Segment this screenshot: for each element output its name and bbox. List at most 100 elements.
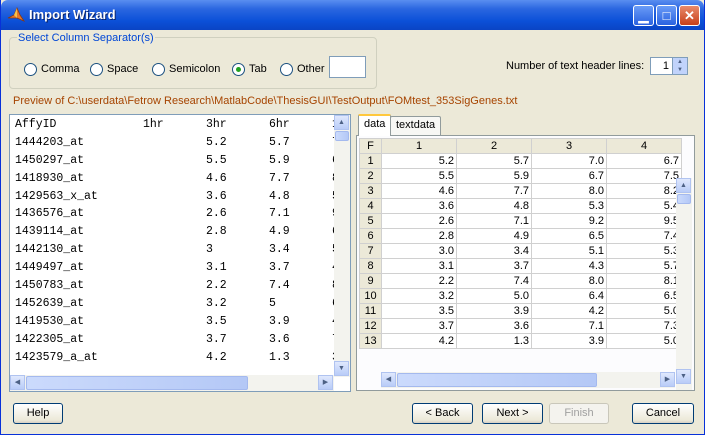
radio-tab[interactable]: Tab xyxy=(232,61,267,77)
grid-cell[interactable]: 3.2 xyxy=(381,288,457,304)
grid-row-header[interactable]: 1 xyxy=(359,153,382,169)
grid-col-header[interactable]: 3 xyxy=(531,138,607,154)
grid-cell[interactable]: 6.5 xyxy=(531,228,607,244)
scroll-up-button[interactable]: ▲ xyxy=(334,115,349,130)
grid-row-header[interactable]: 3 xyxy=(359,183,382,199)
table-row[interactable]: 5 2.6 7.1 9.2 9.5 xyxy=(359,213,682,229)
grid-cell[interactable]: 5.7 xyxy=(606,258,682,274)
minimize-button[interactable]: ▁ xyxy=(633,5,654,26)
grid-cell[interactable]: 7.1 xyxy=(456,213,532,229)
table-row[interactable]: 13 4.2 1.3 3.9 5.0 xyxy=(359,333,682,349)
tab-textdata[interactable]: textdata xyxy=(390,116,442,135)
tab-data[interactable]: data xyxy=(358,114,392,136)
grid-row-header[interactable]: 11 xyxy=(359,303,382,319)
spin-down-button[interactable]: ▼ xyxy=(672,66,687,74)
grid-cell[interactable]: 7.4 xyxy=(456,273,532,289)
table-row[interactable]: 10 3.2 5.0 6.4 6.5 xyxy=(359,288,682,304)
grid-cell[interactable]: 8.0 xyxy=(531,183,607,199)
grid-cell[interactable]: 6.7 xyxy=(606,153,682,169)
grid-cell[interactable]: 4.3 xyxy=(531,258,607,274)
header-lines-value[interactable]: 1 xyxy=(663,60,669,72)
grid-cell[interactable]: 5.0 xyxy=(606,303,682,319)
table-row[interactable]: 11 3.5 3.9 4.2 5.0 xyxy=(359,303,682,319)
grid-cell[interactable]: 3.6 xyxy=(381,198,457,214)
grid-cell[interactable]: 2.6 xyxy=(381,213,457,229)
grid-cell[interactable]: 6.4 xyxy=(531,288,607,304)
grid-row-header[interactable]: 4 xyxy=(359,198,382,214)
grid-cell[interactable]: 4.8 xyxy=(456,198,532,214)
grid-cell[interactable]: 9.2 xyxy=(531,213,607,229)
grid-cell[interactable]: 4.6 xyxy=(381,183,457,199)
data-grid[interactable]: F 1 2 3 4 1 5.2 5.7 7.0 6.7 2 5.5 5.9 6.7 7.5 3 4.6… xyxy=(359,138,682,349)
close-button[interactable]: ✕ xyxy=(679,5,700,26)
grid-cell[interactable]: 5.3 xyxy=(531,198,607,214)
scroll-thumb[interactable] xyxy=(26,376,248,390)
scroll-down-button[interactable]: ▼ xyxy=(676,369,691,384)
grid-cell[interactable]: 5.5 xyxy=(381,168,457,184)
grid-cell[interactable]: 3.5 xyxy=(381,303,457,319)
grid-cell[interactable]: 5.9 xyxy=(456,168,532,184)
grid-cell[interactable]: 5.2 xyxy=(381,153,457,169)
grid-row-header[interactable]: 13 xyxy=(359,333,382,349)
grid-cell[interactable]: 7.3 xyxy=(606,318,682,334)
grid-cell[interactable]: 5.3 xyxy=(606,243,682,259)
grid-cell[interactable]: 8.0 xyxy=(531,273,607,289)
grid-cell[interactable]: 3.6 xyxy=(456,318,532,334)
grid-col-header[interactable]: 2 xyxy=(456,138,532,154)
grid-cell[interactable]: 8.2 xyxy=(606,183,682,199)
grid-cell[interactable]: 3.9 xyxy=(456,303,532,319)
table-row[interactable]: 2 5.5 5.9 6.7 7.5 xyxy=(359,168,682,184)
radio-comma[interactable]: Comma xyxy=(24,61,80,77)
grid-vertical-scrollbar[interactable]: ▲ ▼ xyxy=(676,178,692,390)
table-row[interactable]: 9 2.2 7.4 8.0 8.1 xyxy=(359,273,682,289)
help-button[interactable]: Help xyxy=(13,403,63,424)
grid-cell[interactable]: 5.0 xyxy=(606,333,682,349)
radio-semicolon[interactable]: Semicolon xyxy=(152,61,220,77)
grid-row-header[interactable]: 7 xyxy=(359,243,382,259)
grid-cell[interactable]: 5.1 xyxy=(531,243,607,259)
table-row[interactable]: 6 2.8 4.9 6.5 7.4 xyxy=(359,228,682,244)
table-row[interactable]: 4 3.6 4.8 5.3 5.4 xyxy=(359,198,682,214)
next-button[interactable]: Next > xyxy=(482,403,543,424)
grid-col-header[interactable]: 1 xyxy=(381,138,457,154)
table-row[interactable]: 12 3.7 3.6 7.1 7.3 xyxy=(359,318,682,334)
grid-row-header[interactable]: 6 xyxy=(359,228,382,244)
scroll-thumb[interactable] xyxy=(397,373,597,387)
scroll-down-button[interactable]: ▼ xyxy=(334,361,349,376)
maximize-button[interactable]: □ xyxy=(656,5,677,26)
text-horizontal-scrollbar[interactable]: ◀ ▶ xyxy=(10,375,334,391)
grid-cell[interactable]: 3.1 xyxy=(381,258,457,274)
table-row[interactable]: 3 4.6 7.7 8.0 8.2 xyxy=(359,183,682,199)
grid-cell[interactable]: 7.0 xyxy=(531,153,607,169)
grid-row-header[interactable]: 10 xyxy=(359,288,382,304)
grid-cell[interactable]: 3.0 xyxy=(381,243,457,259)
scroll-right-button[interactable]: ▶ xyxy=(660,372,675,387)
grid-cell[interactable]: 5.7 xyxy=(456,153,532,169)
table-row[interactable]: 8 3.1 3.7 4.3 5.7 xyxy=(359,258,682,274)
grid-cell[interactable]: 3.7 xyxy=(381,318,457,334)
grid-row-header[interactable]: 9 xyxy=(359,273,382,289)
grid-col-header[interactable]: 4 xyxy=(606,138,682,154)
grid-cell[interactable]: 7.4 xyxy=(606,228,682,244)
scroll-left-button[interactable]: ◀ xyxy=(381,372,396,387)
grid-cell[interactable]: 4.9 xyxy=(456,228,532,244)
radio-other[interactable]: Other xyxy=(280,61,325,77)
table-row[interactable]: 7 3.0 3.4 5.1 5.3 xyxy=(359,243,682,259)
scroll-left-button[interactable]: ◀ xyxy=(10,375,25,390)
grid-cell[interactable]: 3.9 xyxy=(531,333,607,349)
scroll-thumb[interactable] xyxy=(335,131,349,141)
grid-cell[interactable]: 7.7 xyxy=(456,183,532,199)
other-separator-input[interactable] xyxy=(329,56,366,78)
grid-row-header[interactable]: 8 xyxy=(359,258,382,274)
grid-horizontal-scrollbar[interactable]: ◀ ▶ xyxy=(381,372,675,388)
grid-cell[interactable]: 6.7 xyxy=(531,168,607,184)
grid-cell[interactable]: 3.7 xyxy=(456,258,532,274)
grid-cell[interactable]: 8.1 xyxy=(606,273,682,289)
grid-row-header[interactable]: 5 xyxy=(359,213,382,229)
back-button[interactable]: < Back xyxy=(412,403,473,424)
grid-cell[interactable]: 2.8 xyxy=(381,228,457,244)
grid-cell[interactable]: 1.3 xyxy=(456,333,532,349)
title-bar[interactable]: Import Wizard ▁ □ ✕ xyxy=(1,0,704,30)
text-preview-pane[interactable]: AffyID1hr3hr6hr12hr1444203_at5.25.771450… xyxy=(9,114,351,392)
scroll-up-button[interactable]: ▲ xyxy=(676,178,691,193)
